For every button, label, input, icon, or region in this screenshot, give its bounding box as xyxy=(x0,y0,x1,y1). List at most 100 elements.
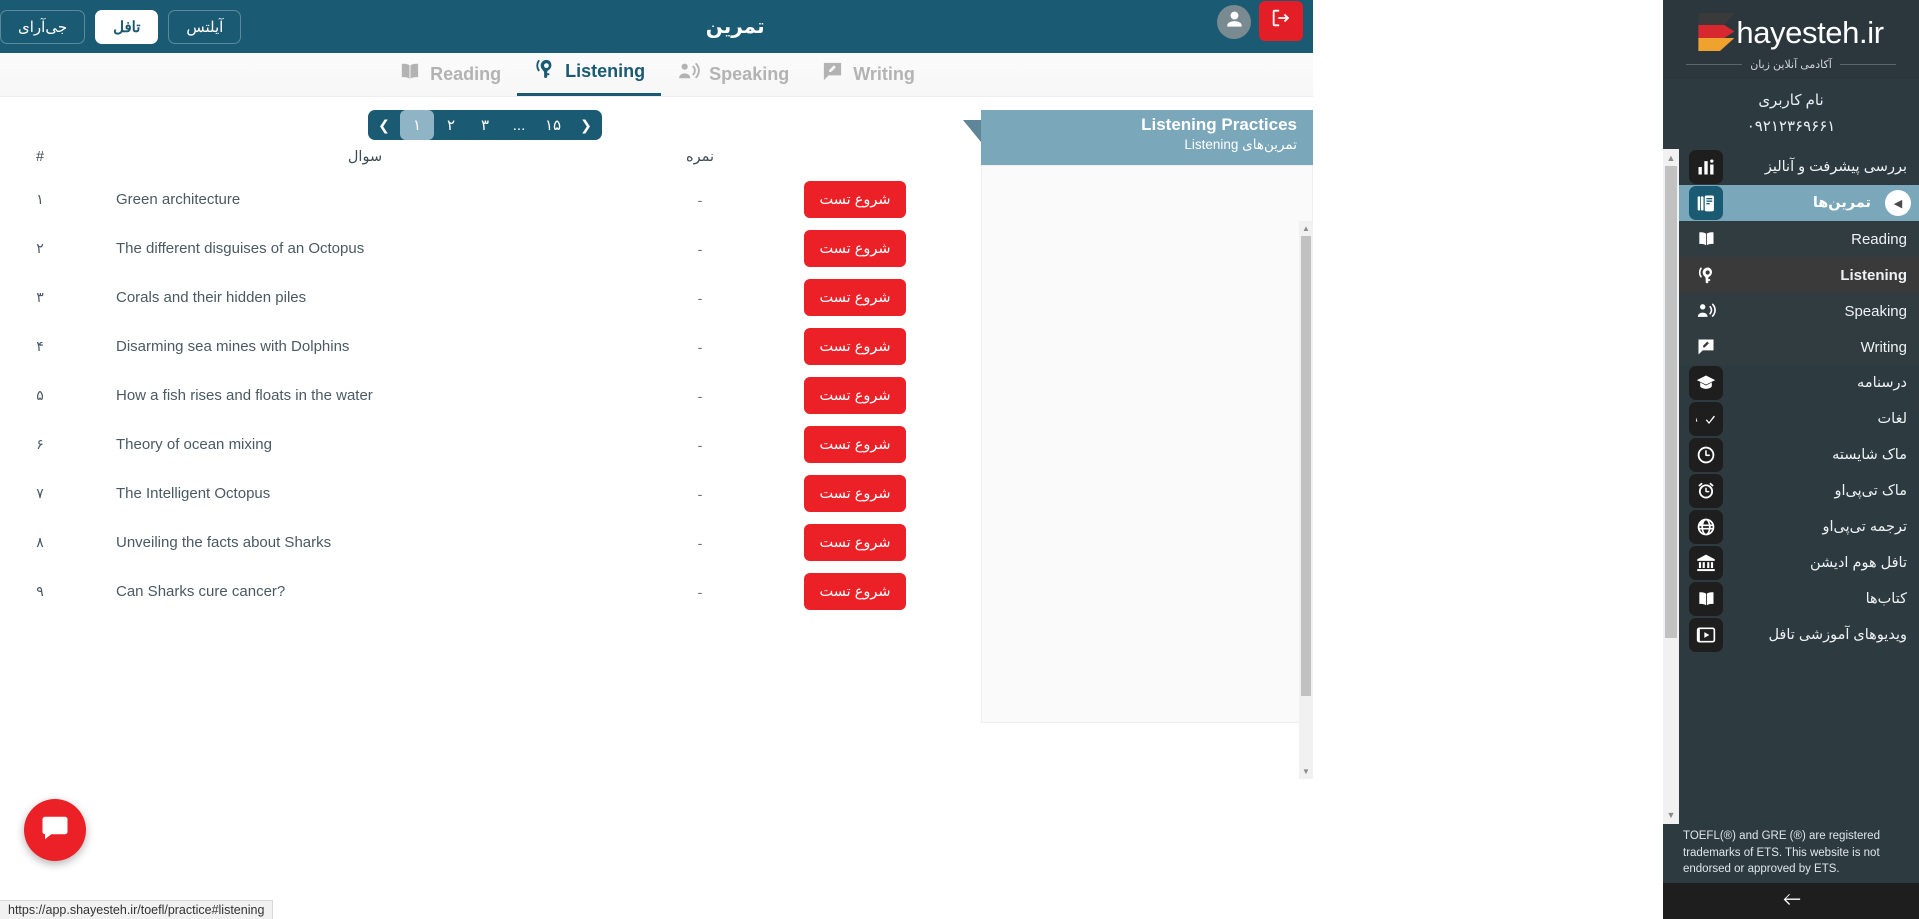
sidebar-item-label: ترجمه تی‌پی‌او xyxy=(1822,519,1907,535)
trademark-disclaimer: TOEFL(®) and GRE (®) are registered trad… xyxy=(1663,823,1919,883)
pagination-page-15[interactable]: ۱۵ xyxy=(536,110,570,140)
table-header-row: نمره سوال # xyxy=(0,145,960,175)
sidebar-scroll-thumb[interactable] xyxy=(1665,166,1677,638)
panel-scrollbar[interactable]: ▲ ▼ xyxy=(1299,221,1313,779)
logo-divider-right xyxy=(1686,64,1743,65)
exam-pill-toefl[interactable]: تافل xyxy=(95,9,159,44)
sidebar-scroll-down-arrow[interactable]: ▼ xyxy=(1663,806,1679,824)
sidebar-item-label: Reading xyxy=(1851,230,1907,248)
practice-panel-header: Listening Practices تمرین‌های Listening xyxy=(963,110,1313,165)
table-row: شروع تست - How a fish rises and floats in … xyxy=(0,371,960,420)
table-cell-action: شروع تست xyxy=(750,279,960,316)
collapse-sidebar-icon xyxy=(1780,888,1802,915)
tab-reading-label: Reading xyxy=(430,63,502,84)
sidebar-item-label: Writing xyxy=(1860,338,1907,356)
reading-icon xyxy=(1689,222,1723,256)
sidebar-item-درسنامه[interactable]: درسنامه xyxy=(1679,365,1919,401)
panel-scroll-up-arrow[interactable]: ▲ xyxy=(1299,221,1313,236)
pagination-ellipsis: ... xyxy=(512,116,526,134)
panel-scroll-down-arrow[interactable]: ▼ xyxy=(1299,764,1313,779)
panel-scroll-thumb[interactable] xyxy=(1301,236,1311,696)
tab-listening[interactable]: Listening xyxy=(517,52,662,96)
clock-icon xyxy=(1689,438,1723,472)
sidebar-item-label: بررسی پیشرفت و آنالیز xyxy=(1764,159,1907,175)
table-cell-action: شروع تست xyxy=(750,426,960,463)
table-cell-action: شروع تست xyxy=(750,573,960,610)
tab-writing[interactable]: Writing xyxy=(805,55,931,96)
listening-icon xyxy=(533,57,556,85)
pagination-next[interactable]: ❯ xyxy=(570,110,602,140)
sidebar-item-Speaking[interactable]: Speaking xyxy=(1679,293,1919,329)
start-test-button[interactable]: شروع تست xyxy=(804,230,906,267)
start-test-button[interactable]: شروع تست xyxy=(804,426,906,463)
pagination-page-3[interactable]: ۳ xyxy=(468,110,502,140)
exam-pill-gre[interactable]: جی‌آرای xyxy=(0,9,86,44)
chat-bubble-icon xyxy=(40,813,70,848)
listening-icon xyxy=(1689,258,1723,292)
table-cell-score: - xyxy=(697,485,703,502)
sidebar-item-Writing[interactable]: Writing xyxy=(1679,329,1919,365)
start-test-button[interactable]: شروع تست xyxy=(804,377,906,414)
user-avatar-button[interactable] xyxy=(1217,4,1251,39)
tab-speaking-label: Speaking xyxy=(709,63,790,84)
tab-speaking[interactable]: Speaking xyxy=(661,55,805,96)
sidebar-item-label: لغات xyxy=(1877,411,1907,427)
table-cell-score: - xyxy=(697,436,703,453)
sidebar-item-ماک-شایسته[interactable]: ماک شایسته xyxy=(1679,437,1919,473)
sidebar-item-ویدیوهای-آموزشی-تافل[interactable]: ویدیوهای آموزشی تافل xyxy=(1679,617,1919,653)
bank-icon xyxy=(1689,546,1723,580)
table-cell-action: شروع تست xyxy=(750,377,960,414)
pagination-page-1[interactable]: ۱ xyxy=(400,110,434,140)
start-test-button[interactable]: شروع تست xyxy=(804,279,906,316)
alarm-clock-icon xyxy=(1689,474,1723,508)
table-cell-action: شروع تست xyxy=(750,230,960,267)
start-test-button[interactable]: شروع تست xyxy=(804,573,906,610)
pagination-page-2[interactable]: ۲ xyxy=(434,110,468,140)
practices-icon xyxy=(1689,186,1723,220)
sidebar-item-تمرین‌ها[interactable]: تمرین‌ها ◀ xyxy=(1679,185,1919,221)
sidebar-item-label: تافل هوم ادیشن xyxy=(1809,555,1907,571)
start-test-button[interactable]: شروع تست xyxy=(804,328,906,365)
start-test-button[interactable]: شروع تست xyxy=(804,475,906,512)
sidebar-item-label: Listening xyxy=(1840,266,1907,284)
tab-writing-label: Writing xyxy=(853,63,915,84)
sidebar-item-تافل-هوم-ادیشن[interactable]: تافل هوم ادیشن xyxy=(1679,545,1919,581)
table-row: شروع تست - The Intelligent Octopus ۷ xyxy=(0,469,960,518)
table-row: شروع تست - Theory of ocean mixing ۶ xyxy=(0,420,960,469)
sidebar-scrollbar[interactable]: ▲ ▼ xyxy=(1663,149,1679,824)
sidebar-item-ترجمه-تی‌پی‌او[interactable]: ترجمه تی‌پی‌او xyxy=(1679,509,1919,545)
sidebar-item-لغات[interactable]: A لغات xyxy=(1679,401,1919,437)
sidebar-item-بررسی-پیشرفت-و-آنالیز[interactable]: بررسی پیشرفت و آنالیز xyxy=(1679,149,1919,185)
submenu-toggle-icon[interactable]: ◀ xyxy=(1885,190,1911,216)
sidebar-item-label: ماک تی‌پی‌او xyxy=(1834,483,1907,499)
sidebar-scroll-up-arrow[interactable]: ▲ xyxy=(1663,149,1679,166)
sidebar-item-ماک-تی‌پی‌او[interactable]: ماک تی‌پی‌او xyxy=(1679,473,1919,509)
sidebar-item-label: تمرین‌ها xyxy=(1812,195,1871,211)
start-test-button[interactable]: شروع تست xyxy=(804,524,906,561)
chat-support-button[interactable] xyxy=(24,799,86,861)
table-cell-score: - xyxy=(697,534,703,551)
exam-pill-ielts[interactable]: آیلتس xyxy=(168,9,242,44)
pagination-prev[interactable]: ❮ xyxy=(368,110,400,140)
sidebar-item-Reading[interactable]: Reading xyxy=(1679,221,1919,257)
practice-table: نمره سوال # شروع تست - Green architecture ۱… xyxy=(0,145,960,616)
sidebar-item-کتاب‌ها[interactable]: کتاب‌ها xyxy=(1679,581,1919,617)
status-bar-url: https://app.shayesteh.ir/toefl/practice#… xyxy=(0,900,274,919)
table-cell-number: ۵ xyxy=(36,387,44,403)
user-info-block: نام کاربری ۰۹۲۱۲۳۶۹۶۶۱ xyxy=(1663,79,1919,149)
start-test-button[interactable]: شروع تست xyxy=(804,181,906,218)
table-cell-score: - xyxy=(697,387,703,404)
site-logo[interactable]: hayesteh.ir آکادمی آنلاین زبان xyxy=(1663,0,1919,79)
chevron-right-icon: ❯ xyxy=(580,116,592,133)
table-cell-question: How a fish rises and floats in the water xyxy=(116,387,373,404)
logout-button[interactable] xyxy=(1259,0,1303,41)
sidebar-collapse-button[interactable] xyxy=(1663,883,1919,919)
table-header-score: نمره xyxy=(685,149,715,165)
table-cell-action: شروع تست xyxy=(750,475,960,512)
exam-type-switcher: آیلتس تافل جی‌آرای xyxy=(0,9,257,44)
sidebar-item-Listening[interactable]: Listening xyxy=(1679,257,1919,293)
logo-divider-left xyxy=(1839,64,1896,65)
table-cell-question: Green architecture xyxy=(116,191,241,208)
table-cell-question: Corals and their hidden piles xyxy=(116,289,307,306)
tab-reading[interactable]: Reading xyxy=(382,55,517,96)
